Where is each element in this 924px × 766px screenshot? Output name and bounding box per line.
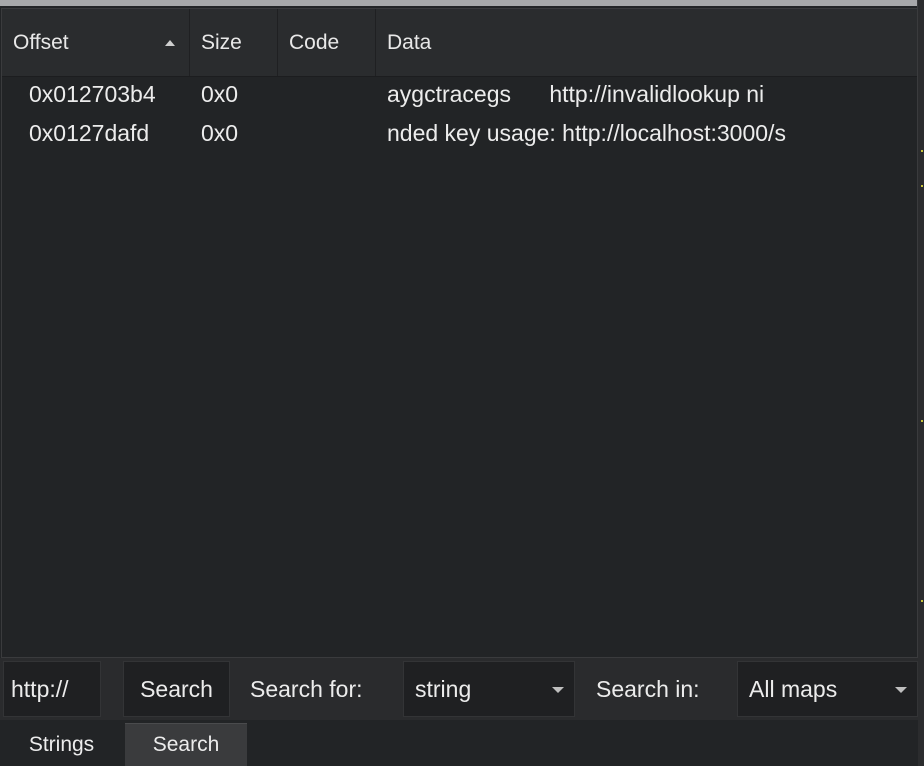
scroll-marker bbox=[921, 185, 923, 187]
search-type-value: string bbox=[415, 675, 472, 702]
search-for-label: Search for: bbox=[250, 675, 363, 702]
cell-offset: 0x012703b4 bbox=[29, 81, 156, 107]
table-row[interactable]: 0x0127dafd 0x0 nded key usage: http://lo… bbox=[2, 116, 917, 155]
column-header-label: Code bbox=[289, 30, 340, 54]
column-header-label: Offset bbox=[13, 30, 69, 54]
table-row[interactable]: 0x012703b4 0x0 aygctracegs http://invali… bbox=[2, 77, 917, 116]
search-query-input[interactable] bbox=[3, 661, 101, 717]
search-scope-value: All maps bbox=[749, 675, 838, 702]
panel-tabs: Strings Search bbox=[0, 720, 918, 766]
column-header-size[interactable]: Size bbox=[190, 9, 278, 76]
column-header-label: Size bbox=[201, 30, 242, 54]
cell-data: nded key usage: http://localhost:3000/s bbox=[387, 120, 786, 146]
search-panel: Offset Size Code Data 0x012703b4 0x0 ayg… bbox=[0, 0, 924, 766]
panel-top-border bbox=[0, 0, 918, 6]
tab-search[interactable]: Search bbox=[125, 723, 247, 766]
column-header-code[interactable]: Code bbox=[278, 9, 376, 76]
cell-offset: 0x0127dafd bbox=[29, 120, 150, 146]
side-scrollbar[interactable] bbox=[917, 0, 924, 766]
sort-ascending-icon bbox=[165, 40, 175, 46]
cell-size: 0x0 bbox=[201, 120, 239, 146]
tab-strings[interactable]: Strings bbox=[0, 723, 123, 766]
search-scope-select[interactable]: All maps bbox=[737, 661, 918, 717]
table-header: Offset Size Code Data bbox=[2, 9, 917, 77]
scroll-marker bbox=[921, 600, 923, 602]
scroll-marker bbox=[921, 420, 923, 422]
cell-size: 0x0 bbox=[201, 81, 239, 107]
column-header-data[interactable]: Data bbox=[376, 9, 917, 76]
column-header-offset[interactable]: Offset bbox=[2, 9, 190, 76]
scroll-marker bbox=[921, 150, 923, 152]
chevron-down-icon bbox=[895, 687, 907, 693]
results-table: Offset Size Code Data 0x012703b4 0x0 ayg… bbox=[1, 8, 918, 658]
column-header-label: Data bbox=[387, 30, 432, 54]
search-in-label: Search in: bbox=[596, 675, 700, 702]
search-toolbar: Search Search for: string Search in: All… bbox=[0, 658, 918, 720]
search-type-select[interactable]: string bbox=[403, 661, 575, 717]
cell-data: aygctracegs http://invalidlookup ni bbox=[387, 81, 765, 107]
chevron-down-icon bbox=[552, 687, 564, 693]
search-button[interactable]: Search bbox=[123, 661, 230, 717]
table-body: 0x012703b4 0x0 aygctracegs http://invali… bbox=[2, 77, 917, 155]
